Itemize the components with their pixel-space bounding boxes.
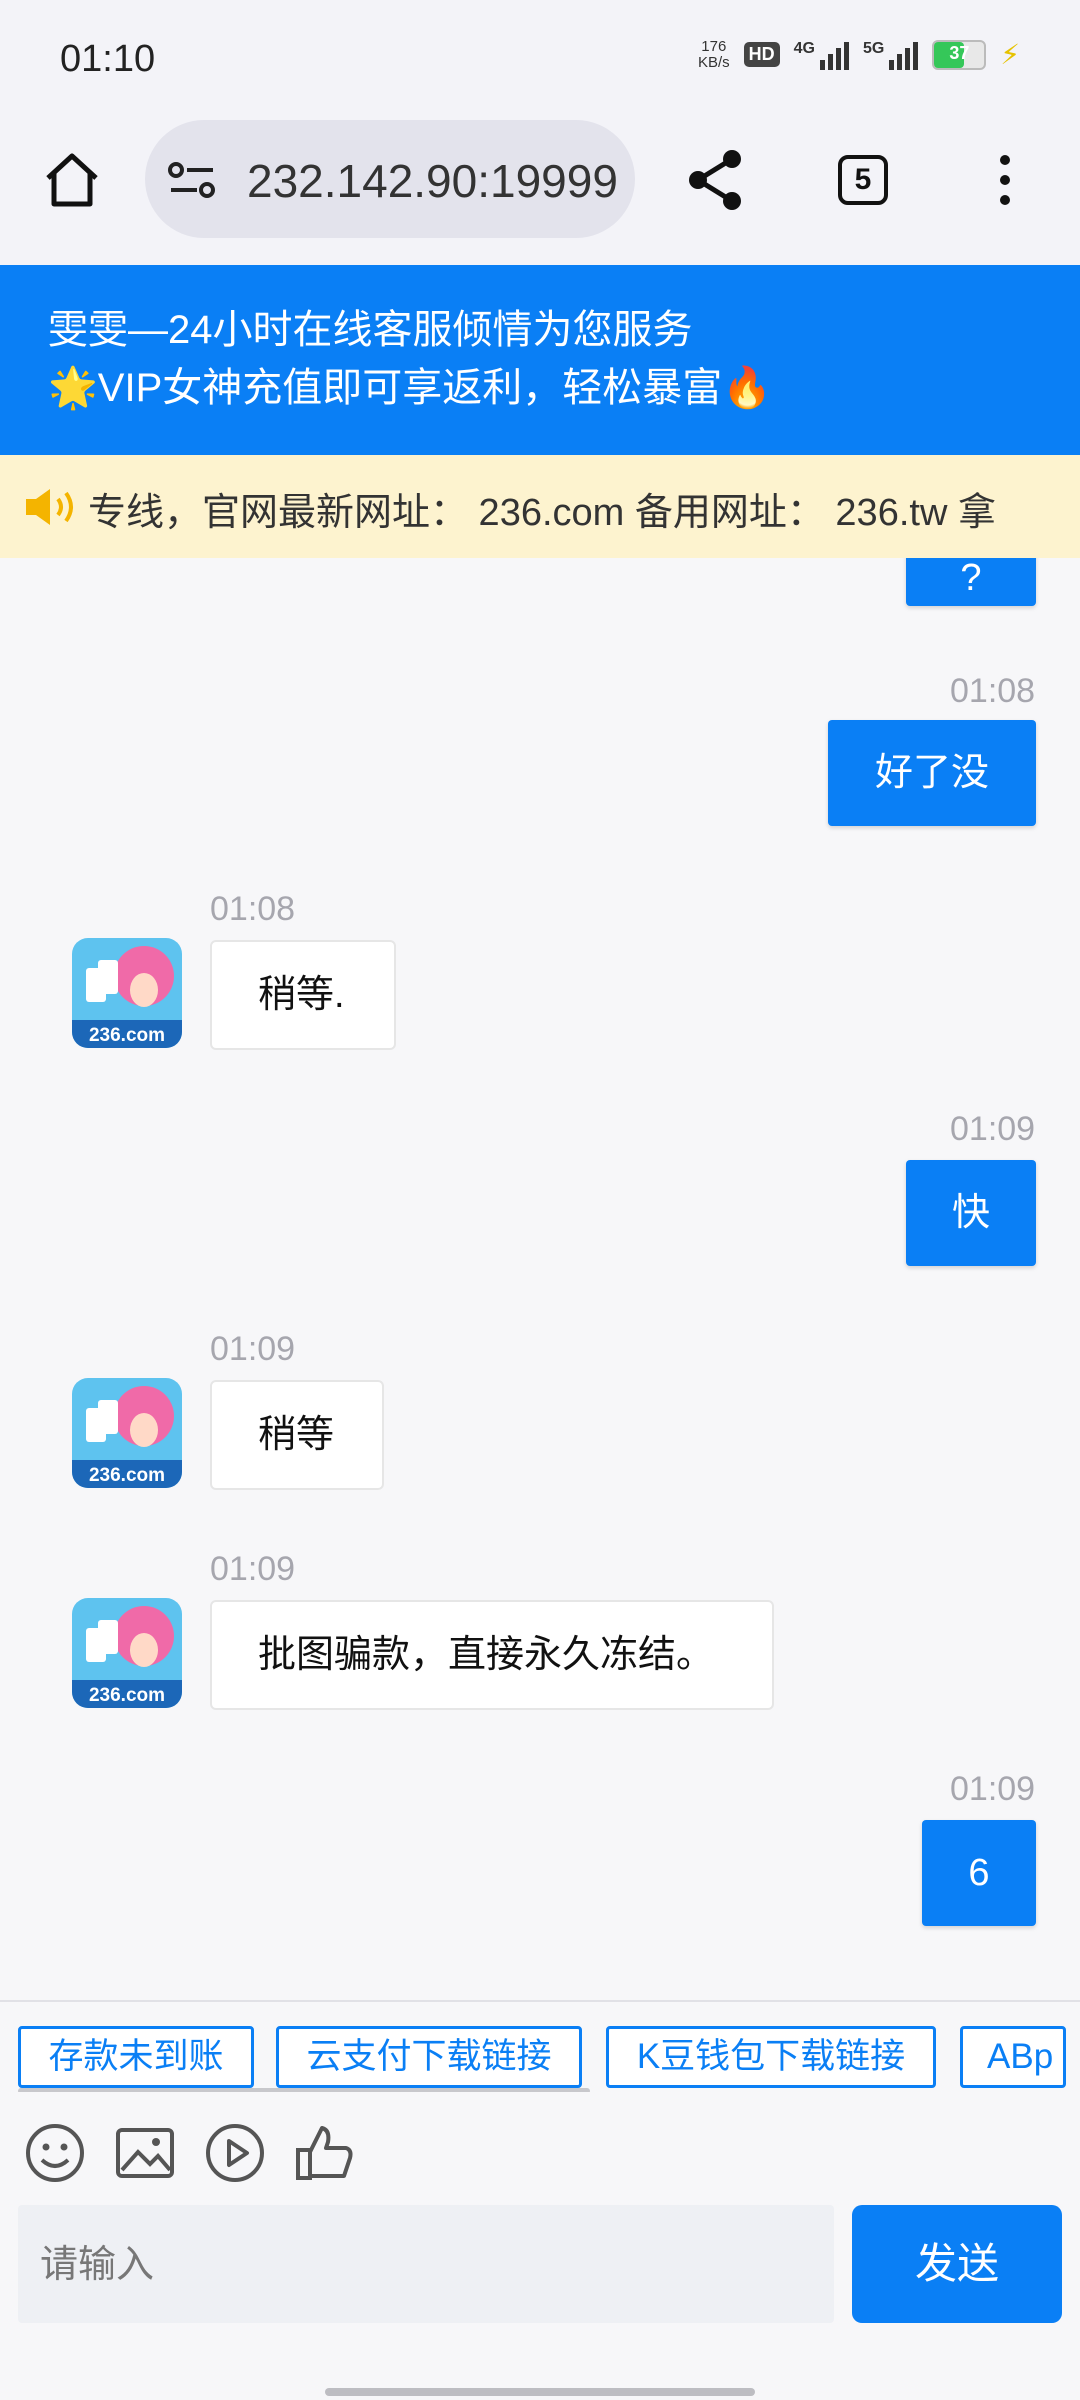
notice-text: 专线，官网最新网址： 236.com 备用网址： 236.tw 拿 xyxy=(88,492,996,534)
status-time: 01:10 xyxy=(60,38,156,80)
quick-reply-bar[interactable]: 存款未到账 云支付下载链接 K豆钱包下载链接 ABp xyxy=(0,2000,1080,2094)
message-bubble-outgoing: 快 xyxy=(906,1160,1036,1266)
agent-avatar: 236.com xyxy=(72,1598,182,1708)
quick-reply-kdou-wallet[interactable]: K豆钱包下载链接 xyxy=(606,2026,936,2088)
banner-title: 雯雯—24小时在线客服倾情为您服务 xyxy=(48,308,693,352)
message-bubble-incoming: 稍等 xyxy=(210,1380,384,1490)
notice-marquee: 专线，官网最新网址： 236.com 备用网址： 236.tw 拿 xyxy=(0,455,1080,558)
input-toolbar xyxy=(0,2092,1080,2212)
home-icon[interactable] xyxy=(40,148,104,212)
quick-reply-cloudpay[interactable]: 云支付下载链接 xyxy=(276,2026,582,2088)
url-text[interactable]: 232.142.90:19999 xyxy=(247,154,618,208)
message-time: 01:09 xyxy=(950,1770,1036,1808)
send-button[interactable]: 发送 xyxy=(852,2205,1062,2323)
status-icons: 176 KB/s HD 4G 5G 37 ⚡ xyxy=(698,38,1020,71)
hd-voice-icon: HD xyxy=(743,42,780,67)
message-time: 01:09 xyxy=(210,1330,296,1368)
message-bubble-incoming: 稍等. xyxy=(210,940,396,1050)
banner-subtitle: 🌟VIP女神充值即可享返利，轻松暴富🔥 xyxy=(48,366,773,410)
signal-5g-icon: 5G xyxy=(863,40,919,70)
svg-text:236.com: 236.com xyxy=(89,1685,165,1706)
charging-icon: ⚡ xyxy=(1000,39,1020,70)
message-input[interactable] xyxy=(18,2205,822,2325)
battery-level: 37 xyxy=(949,42,970,63)
message-bubble-outgoing: 6 xyxy=(922,1820,1036,1926)
svg-text:236.com: 236.com xyxy=(89,1465,165,1486)
message-bubble-incoming: 批图骗款，直接永久冻结。 xyxy=(210,1600,774,1710)
image-icon[interactable] xyxy=(114,2122,176,2184)
share-icon[interactable] xyxy=(680,145,750,215)
browser-toolbar: 232.142.90:19999 5 xyxy=(0,120,1080,265)
speaker-icon xyxy=(26,489,73,525)
message-time: 01:09 xyxy=(950,1110,1036,1148)
message-bubble-outgoing: ? xyxy=(906,558,1036,606)
message-time: 01:09 xyxy=(210,1550,296,1588)
agent-avatar: 236.com xyxy=(72,938,182,1048)
message-bubble-outgoing: 好了没 xyxy=(828,720,1036,826)
home-indicator[interactable] xyxy=(325,2388,755,2396)
chat-area[interactable]: ? 01:08 好了没 01:08 236.com 稍等. 01:09 快 01… xyxy=(0,558,1080,2000)
message-input-box[interactable] xyxy=(18,2205,834,2325)
site-settings-icon[interactable] xyxy=(167,160,217,200)
signal-4g-icon: 4G xyxy=(794,40,849,70)
more-menu-icon[interactable] xyxy=(990,150,1020,210)
message-time: 01:08 xyxy=(210,890,296,928)
address-bar[interactable]: 232.142.90:19999 xyxy=(145,120,635,238)
message-time: 01:08 xyxy=(950,672,1036,710)
video-icon[interactable] xyxy=(204,2122,266,2184)
quick-reply-abpay[interactable]: ABp xyxy=(960,2026,1066,2088)
quick-reply-deposit[interactable]: 存款未到账 xyxy=(18,2026,254,2088)
status-bar: 01:10 176 KB/s HD 4G 5G 37 ⚡ xyxy=(0,0,1080,120)
service-banner: 雯雯—24小时在线客服倾情为您服务 🌟VIP女神充值即可享返利，轻松暴富🔥 xyxy=(0,265,1080,455)
emoji-icon[interactable] xyxy=(24,2122,86,2184)
tab-switcher-button[interactable]: 5 xyxy=(838,155,888,205)
battery-icon: 37 xyxy=(932,39,987,70)
thumbs-up-icon[interactable] xyxy=(294,2122,356,2184)
svg-text:236.com: 236.com xyxy=(89,1025,165,1046)
network-speed: 176 KB/s xyxy=(697,37,730,71)
agent-avatar: 236.com xyxy=(72,1378,182,1488)
